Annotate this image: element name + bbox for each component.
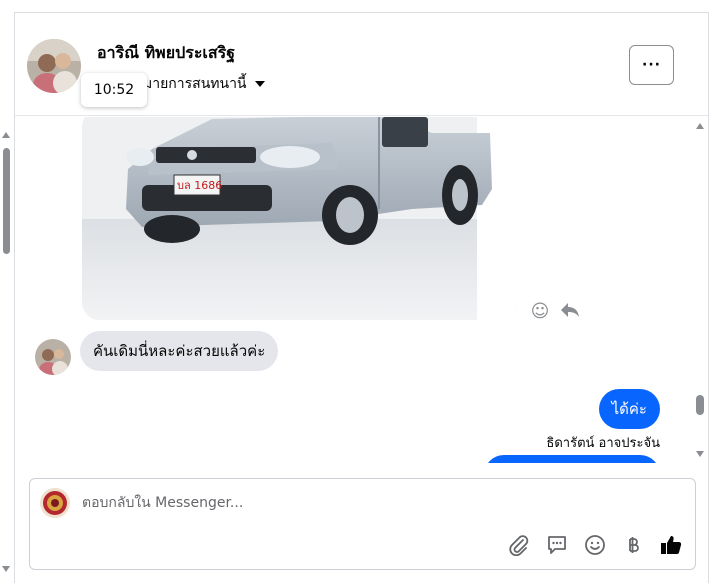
outgoing-bubble-partial[interactable] xyxy=(484,455,660,463)
license-plate-text: บล 1686 xyxy=(177,179,222,192)
message-scroll-thumb[interactable] xyxy=(696,395,704,415)
outgoing-bubble[interactable]: ได้ค่ะ xyxy=(598,389,660,429)
message-scroll-down-arrow[interactable] xyxy=(696,451,704,457)
outgoing-sender-name: ธิดารัตน์ อาจประจัน xyxy=(546,436,660,451)
react-emoji-icon[interactable]: ☺ xyxy=(529,301,551,323)
composer-tools xyxy=(507,533,683,557)
conversation-header: อาริณี ทิพยประเสริฐ มายการสนทนานี้ 10:52… xyxy=(15,13,708,116)
outer-scroll-thumb[interactable] xyxy=(3,148,10,254)
chevron-down-icon xyxy=(254,81,265,87)
more-icon: ··· xyxy=(642,57,661,73)
sender-avatar[interactable] xyxy=(35,339,71,375)
reply-composer xyxy=(29,478,696,570)
page-avatar xyxy=(40,488,70,518)
reply-arrow-icon[interactable] xyxy=(559,301,581,323)
conversation-panel: อาริณี ทิพยประเสริฐ มายการสนทนานี้ 10:52… xyxy=(14,12,709,583)
timestamp-tooltip: 10:52 xyxy=(81,73,147,107)
emoji-icon[interactable] xyxy=(583,533,607,557)
conversation-subtitle[interactable]: มายการสนทนานี้ xyxy=(143,73,265,95)
messenger-window: อาริณี ทิพยประเสริฐ มายการสนทนานี้ 10:52… xyxy=(0,0,715,583)
scroll-down-arrow[interactable] xyxy=(2,566,10,572)
attach-icon[interactable] xyxy=(507,533,531,557)
like-icon[interactable] xyxy=(659,533,683,557)
message-actions: ☺ xyxy=(529,301,581,323)
reply-input[interactable] xyxy=(82,489,622,517)
scroll-up-arrow[interactable] xyxy=(2,132,10,138)
saved-reply-icon[interactable] xyxy=(545,533,569,557)
message-scroll-up-arrow[interactable] xyxy=(696,123,704,129)
outer-scrollbar[interactable] xyxy=(0,120,14,583)
subtitle-text: มายการสนทนานี้ xyxy=(143,76,247,92)
contact-name[interactable]: อาริณี ทิพยประเสริฐ xyxy=(97,41,235,66)
baht-icon[interactable] xyxy=(621,533,645,557)
message-scrollbar[interactable] xyxy=(692,117,708,463)
contact-avatar[interactable] xyxy=(27,39,81,93)
more-options-button[interactable]: ··· xyxy=(629,45,674,85)
shared-car-photo[interactable]: บล 1686 xyxy=(82,117,518,320)
incoming-bubble[interactable]: คันเดิมนี่หละค่ะสวยแล้วค่ะ xyxy=(80,331,279,371)
message-list: บล 1686 ☺ คันเดิมนี่หละค่ะสวยแล้วค่ะ ได้… xyxy=(15,117,708,463)
